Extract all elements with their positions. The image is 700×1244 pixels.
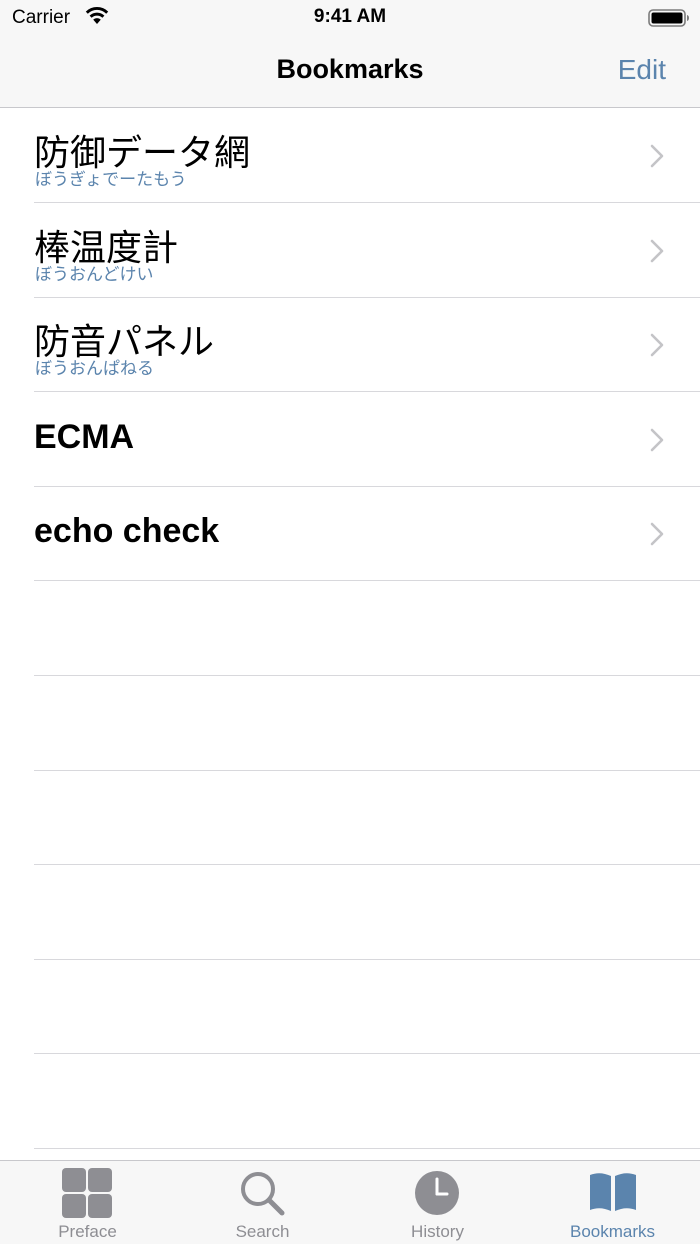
bookmark-title: ECMA	[34, 418, 135, 456]
navigation-bar: Bookmarks Edit	[0, 36, 700, 108]
status-bar: Carrier 9:41 AM	[0, 0, 700, 36]
bookmark-reading: ぼうぎょでーたもう	[35, 170, 187, 190]
bookmark-row[interactable]: 防音パネル ぼうおんぱねる	[0, 297, 700, 392]
search-icon	[241, 1172, 285, 1216]
bookmark-reading: ぼうおんぱねる	[35, 359, 154, 379]
chevron-right-icon	[650, 239, 664, 263]
bookmark-reading: ぼうおんどけい	[35, 265, 154, 285]
grid-icon	[62, 1168, 112, 1218]
tab-bookmarks[interactable]: Bookmarks	[525, 1161, 700, 1244]
chevron-right-icon	[650, 522, 664, 546]
chevron-right-icon	[650, 144, 664, 168]
empty-row	[0, 581, 700, 676]
tab-label: History	[411, 1222, 464, 1241]
empty-row	[0, 865, 700, 960]
empty-row	[0, 770, 700, 865]
clock-icon	[415, 1171, 459, 1215]
tab-search[interactable]: Search	[175, 1161, 350, 1244]
bookmark-list: 防御データ網 ぼうぎょでーたもう 棒温度計 ぼうおんどけい 防音パネル ぼうおん…	[0, 108, 700, 1160]
edit-button[interactable]: Edit	[618, 54, 666, 86]
bookmark-row[interactable]: ECMA	[0, 392, 700, 487]
empty-row	[0, 676, 700, 771]
page-title: Bookmarks	[276, 54, 424, 84]
tab-label: Bookmarks	[569, 1222, 656, 1241]
tab-label: Preface	[58, 1222, 117, 1241]
bookmark-title: echo check	[34, 512, 220, 550]
empty-row	[0, 1054, 700, 1149]
tab-label: Search	[235, 1222, 290, 1241]
battery-icon	[648, 9, 689, 27]
empty-row	[0, 959, 700, 1054]
bookmark-row[interactable]: echo check	[0, 486, 700, 581]
tab-history[interactable]: History	[350, 1161, 525, 1244]
status-time: 9:41 AM	[313, 6, 387, 27]
tab-bar: Preface Search History Bookmarks	[0, 1160, 700, 1244]
bookmark-row[interactable]: 棒温度計 ぼうおんどけい	[0, 203, 700, 298]
chevron-right-icon	[650, 428, 664, 452]
book-icon	[590, 1173, 636, 1211]
chevron-right-icon	[650, 333, 664, 357]
tab-preface[interactable]: Preface	[0, 1161, 175, 1244]
row-divider	[34, 1148, 700, 1149]
bookmark-row[interactable]: 防御データ網 ぼうぎょでーたもう	[0, 108, 700, 203]
